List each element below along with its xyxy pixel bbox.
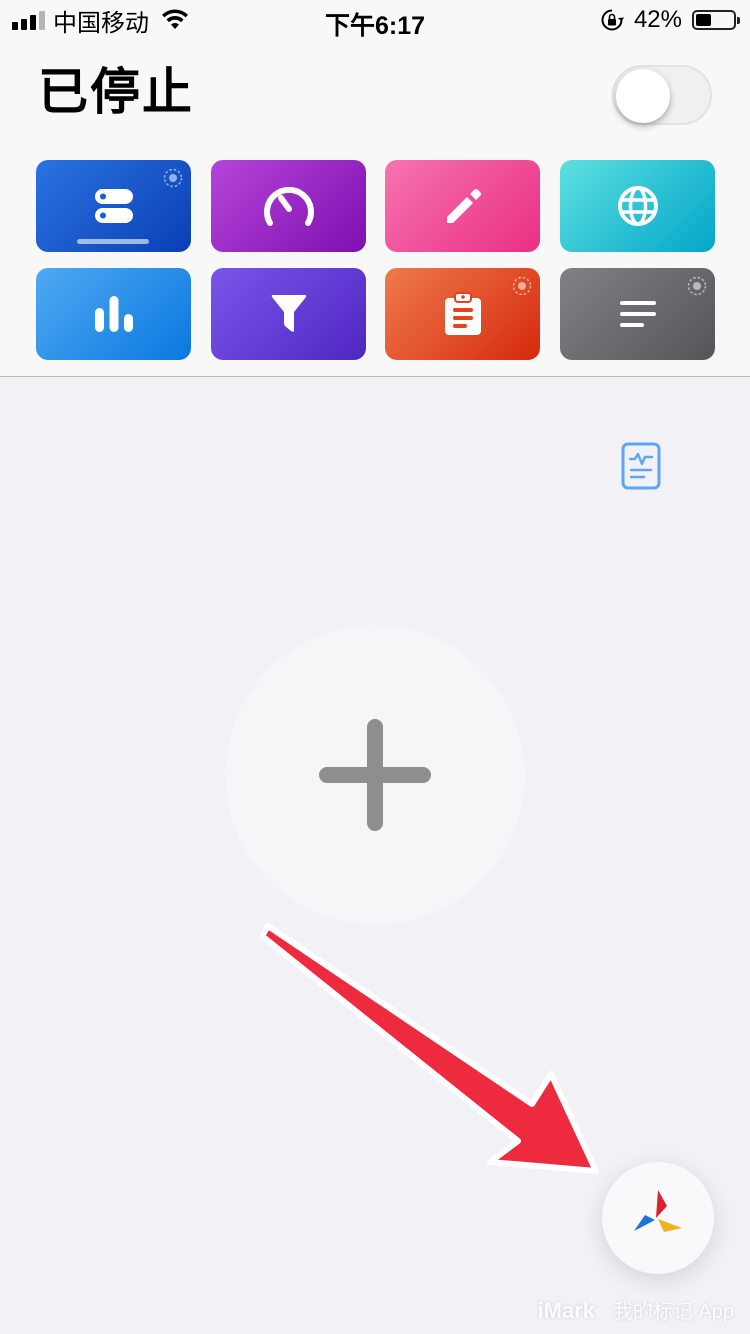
watermark-separator: · <box>600 1301 608 1323</box>
app-switcher-button[interactable] <box>602 1162 714 1274</box>
watermark-text: 我的标记 App <box>612 1301 734 1323</box>
watermark: iMark · 我的标记 App <box>538 1295 734 1324</box>
watermark-brand: iMark <box>537 1298 596 1323</box>
annotation-arrow-icon <box>259 923 599 1174</box>
pinwheel-logo-icon <box>634 1190 682 1232</box>
